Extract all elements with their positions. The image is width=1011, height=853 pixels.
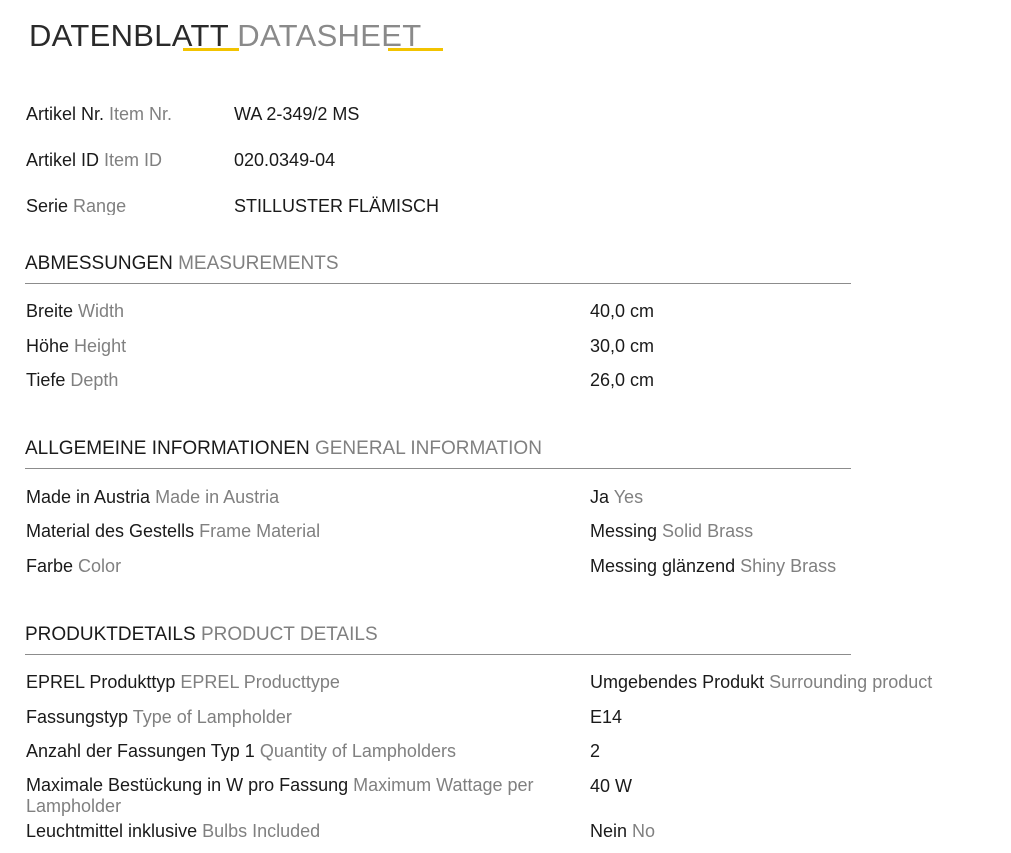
row-value: Nein No [590,820,655,842]
heading-de: ABMESSUNGEN [25,253,173,274]
value-de: Ja [590,487,610,507]
row-label: Höhe Height [26,335,126,357]
label-de: Höhe [26,336,70,356]
value-de: Messing glänzend [590,556,736,576]
label-de: Maximale Bestückung in W pro Fassung [26,775,349,795]
label-de: Anzahl der Fassungen Typ 1 [26,741,255,761]
row-value: 2 [590,740,600,762]
item-nr-value: WA 2-349/2 MS [234,104,360,124]
label-de: Farbe [26,556,74,576]
row-value: Umgebendes Produkt Surrounding product [590,671,932,693]
value-en: Solid Brass [662,521,754,541]
label-en: Width [78,301,125,321]
heading-de: ALLGEMEINE INFORMATIONEN [25,438,310,459]
label-de: Leuchtmittel inklusive [26,821,198,841]
value-de: Messing [590,521,658,541]
heading-de: PRODUKTDETAILS [25,624,196,645]
item-id-label: Artikel ID Item ID [26,149,162,171]
row-value: Messing glänzend Shiny Brass [590,555,836,577]
label-de: Serie [26,196,69,215]
title-accent-underline [388,48,443,51]
row-value: E14 [590,706,622,728]
label-en: Depth [70,370,119,390]
value-en: Yes [613,487,644,507]
row-label: EPREL Produkttyp EPREL Producttype [26,671,340,693]
value-de: Nein [590,821,628,841]
label-en: Height [74,336,127,356]
row-label: Anzahl der Fassungen Typ 1 Quantity of L… [26,740,456,762]
item-range-label: Serie Range [26,195,126,215]
label-de: Material des Gestells [26,521,195,541]
label-de: Tiefe [26,370,66,390]
value-en: Shiny Brass [740,556,837,576]
value-de: 40 W [590,776,633,796]
row-label: Fassungstyp Type of Lampholder [26,706,292,728]
heading-en: MEASUREMENTS [178,253,339,274]
label-de: Fassungstyp [26,707,129,727]
section-heading-general: ALLGEMEINE INFORMATIONEN GENERAL INFORMA… [25,438,851,469]
item-id-value: 020.0349-04 [234,150,336,170]
label-en: Item ID [104,150,163,170]
row-value: 40,0 cm [590,301,655,321]
row-label: Material des Gestells Frame Material [26,520,320,542]
value-de: E14 [590,707,623,727]
label-en: Bulbs Included [202,821,321,841]
row-label: Leuchtmittel inklusive Bulbs Included [26,820,320,842]
label-en: Frame Material [199,521,321,541]
row-label: Made in Austria Made in Austria [26,486,279,508]
section-heading-measurements: ABMESSUNGEN MEASUREMENTS [25,253,851,284]
label-de: Artikel Nr. [26,104,105,124]
item-nr-label: Artikel Nr. Item Nr. [26,103,172,125]
item-range-value: STILLUSTER FLÄMISCH [234,196,440,216]
value-en: No [632,821,656,841]
label-de: Artikel ID [26,150,100,170]
label-en: Range [73,196,127,215]
label-en: Item Nr. [109,104,173,124]
row-value: Messing Solid Brass [590,520,753,542]
label-de: Breite [26,301,74,321]
row-value: 30,0 cm [590,336,655,356]
heading-en: PRODUCT DETAILS [200,624,378,645]
section-heading-product-details: PRODUKTDETAILS PRODUCT DETAILS [25,624,851,655]
label-en: Quantity of Lampholders [259,741,456,761]
row-value: 26,0 cm [590,370,655,390]
label-de: EPREL Produkttyp [26,672,176,692]
row-label: Breite Width [26,300,124,322]
heading-en: GENERAL INFORMATION [314,438,542,459]
title-accent-underline [183,48,239,51]
row-value: Ja Yes [590,486,643,508]
row-label: Farbe Color [26,555,121,577]
label-de: Made in Austria [26,487,151,507]
value-de: 2 [590,741,601,761]
label-en: EPREL Producttype [180,672,340,692]
row-label: Tiefe Depth [26,369,118,391]
value-en: Surrounding product [769,672,933,692]
row-label: Maximale Bestückung in W pro Fassung Max… [26,775,566,817]
label-en: Made in Austria [155,487,280,507]
value-de: Umgebendes Produkt [590,672,765,692]
label-en: Color [78,556,122,576]
label-en: Type of Lampholder [132,707,292,727]
row-value: 40 W [590,775,632,797]
